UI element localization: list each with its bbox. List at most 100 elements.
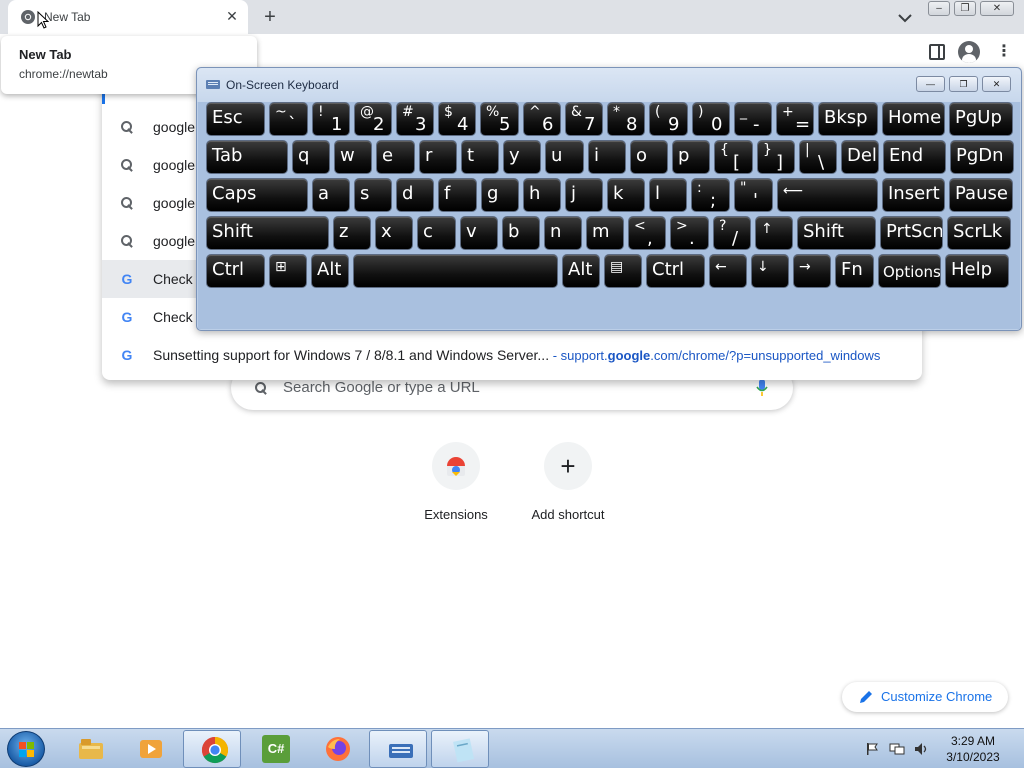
osk-key-pgup[interactable]: PgUp [949, 102, 1013, 136]
osk-key-alt[interactable]: Alt [311, 254, 349, 288]
osk-key--[interactable]: " ' [734, 178, 773, 212]
window-maximize-button[interactable]: ❐ [954, 1, 976, 16]
taskbar-chrome[interactable] [183, 730, 241, 768]
osk-key-m[interactable]: m [586, 216, 624, 250]
osk-key-0[interactable]: ) 0 [692, 102, 730, 136]
osk-key-options[interactable]: Options [878, 254, 941, 288]
osk-key-z[interactable]: z [333, 216, 371, 250]
shortcut-add[interactable]: + Add shortcut [513, 442, 623, 532]
osk-key-1[interactable]: ! 1 [312, 102, 350, 136]
suggestion-item[interactable]: G Sunsetting support for Windows 7 / 8/8… [102, 336, 922, 374]
osk-key-q[interactable]: q [292, 140, 330, 174]
osk-key-up[interactable]: ↑ [755, 216, 793, 250]
osk-key-scrlk[interactable]: ScrLk [947, 216, 1011, 250]
osk-key-esc[interactable]: Esc [206, 102, 265, 136]
osk-key-p[interactable]: p [672, 140, 710, 174]
window-close-button[interactable]: ✕ [980, 1, 1014, 16]
osk-key-b[interactable]: b [502, 216, 540, 250]
osk-key-9[interactable]: (9 [649, 102, 688, 136]
osk-key-y[interactable]: y [503, 140, 541, 174]
osk-key-d[interactable]: d [396, 178, 434, 212]
taskbar-osk[interactable] [369, 730, 427, 768]
osk-minimize-button[interactable]: — [916, 76, 945, 92]
microphone-icon[interactable] [755, 378, 769, 398]
osk-key-ctrl[interactable]: Ctrl [646, 254, 705, 288]
osk-key--[interactable]: | \ [799, 140, 837, 174]
taskbar-notepad[interactable] [431, 730, 489, 768]
osk-key-a[interactable]: a [312, 178, 350, 212]
osk-key-i[interactable]: i [588, 140, 626, 174]
tab-close-icon[interactable]: ✕ [224, 8, 240, 24]
osk-key-2[interactable]: @2 [354, 102, 392, 136]
osk-key-del[interactable]: Del [841, 140, 879, 174]
osk-key-r[interactable]: r [419, 140, 457, 174]
osk-key--[interactable]: + = [776, 102, 814, 136]
osk-key-5[interactable]: % 5 [480, 102, 519, 136]
profile-avatar-icon[interactable] [958, 41, 980, 63]
osk-key-6[interactable]: ^ 6 [523, 102, 561, 136]
osk-key--[interactable]: {[ [714, 140, 753, 174]
taskbar-firefox[interactable] [307, 730, 365, 768]
osk-key-j[interactable]: j [565, 178, 603, 212]
osk-key-w[interactable]: w [334, 140, 372, 174]
osk-key-space[interactable] [353, 254, 558, 288]
osk-key-x[interactable]: x [375, 216, 413, 250]
osk-key-right[interactable]: → [793, 254, 831, 288]
side-panel-icon[interactable] [929, 44, 945, 60]
osk-key-left[interactable]: ← [709, 254, 747, 288]
osk-key-end[interactable]: End [883, 140, 946, 174]
osk-key-v[interactable]: v [460, 216, 498, 250]
osk-key-e[interactable]: e [376, 140, 415, 174]
taskbar-media-player[interactable] [120, 730, 178, 768]
osk-key-n[interactable]: n [544, 216, 582, 250]
osk-key-windows[interactable]: ⊞ [269, 254, 307, 288]
osk-key-insert[interactable]: Insert [882, 178, 945, 212]
osk-key--[interactable]: :; [691, 178, 730, 212]
shortcut-extensions[interactable]: Extensions [401, 442, 511, 532]
system-clock[interactable]: 3:29 AM 3/10/2023 [940, 733, 1006, 765]
osk-key--[interactable]: _ - [734, 102, 772, 136]
osk-key--[interactable]: ? / [713, 216, 751, 250]
osk-key-k[interactable]: k [607, 178, 645, 212]
osk-key-shift[interactable]: Shift [797, 216, 876, 250]
osk-titlebar[interactable]: On-Screen Keyboard — ❐ ✕ [197, 68, 1021, 102]
osk-key--[interactable]: >. [670, 216, 709, 250]
osk-key-menu[interactable]: ▤ [604, 254, 642, 288]
osk-key-enter[interactable]: ⟵ [777, 178, 878, 212]
osk-key-7[interactable]: & 7 [565, 102, 603, 136]
osk-key-s[interactable]: s [354, 178, 392, 212]
osk-key-4[interactable]: $4 [438, 102, 476, 136]
osk-restore-button[interactable]: ❐ [949, 76, 978, 92]
window-minimize-button[interactable]: – [928, 1, 950, 16]
osk-key-ctrl[interactable]: Ctrl [206, 254, 265, 288]
osk-key-shift[interactable]: Shift [206, 216, 329, 250]
flag-icon[interactable] [865, 742, 879, 756]
chrome-menu-icon[interactable]: ⋮ [996, 42, 1012, 62]
osk-key-caps[interactable]: Caps [206, 178, 308, 212]
osk-key-o[interactable]: o [630, 140, 668, 174]
osk-key-f[interactable]: f [438, 178, 477, 212]
volume-icon[interactable] [914, 742, 930, 756]
osk-key-l[interactable]: l [649, 178, 687, 212]
osk-key-fn[interactable]: Fn [835, 254, 874, 288]
customize-chrome-button[interactable]: Customize Chrome [842, 682, 1008, 712]
osk-key-home[interactable]: Home [882, 102, 945, 136]
chevron-down-icon[interactable] [893, 6, 917, 30]
osk-key-prtscn[interactable]: PrtScn [880, 216, 943, 250]
osk-key-pause[interactable]: Pause [949, 178, 1013, 212]
taskbar-csharp[interactable]: C# [245, 730, 303, 768]
osk-key-pgdn[interactable]: PgDn [950, 140, 1014, 174]
osk-key-alt[interactable]: Alt [562, 254, 600, 288]
taskbar-explorer[interactable] [60, 730, 118, 768]
osk-key-8[interactable]: * 8 [607, 102, 645, 136]
osk-key-tab[interactable]: Tab [206, 140, 288, 174]
start-button[interactable] [7, 731, 45, 767]
osk-key-g[interactable]: g [481, 178, 519, 212]
osk-key-bksp[interactable]: Bksp [818, 102, 878, 136]
osk-key--[interactable]: ~ ` [269, 102, 308, 136]
osk-close-button[interactable]: ✕ [982, 76, 1011, 92]
network-icon[interactable] [889, 742, 905, 756]
osk-key-help[interactable]: Help [945, 254, 1009, 288]
osk-key-down[interactable]: ↓ [751, 254, 789, 288]
osk-key-c[interactable]: c [417, 216, 456, 250]
